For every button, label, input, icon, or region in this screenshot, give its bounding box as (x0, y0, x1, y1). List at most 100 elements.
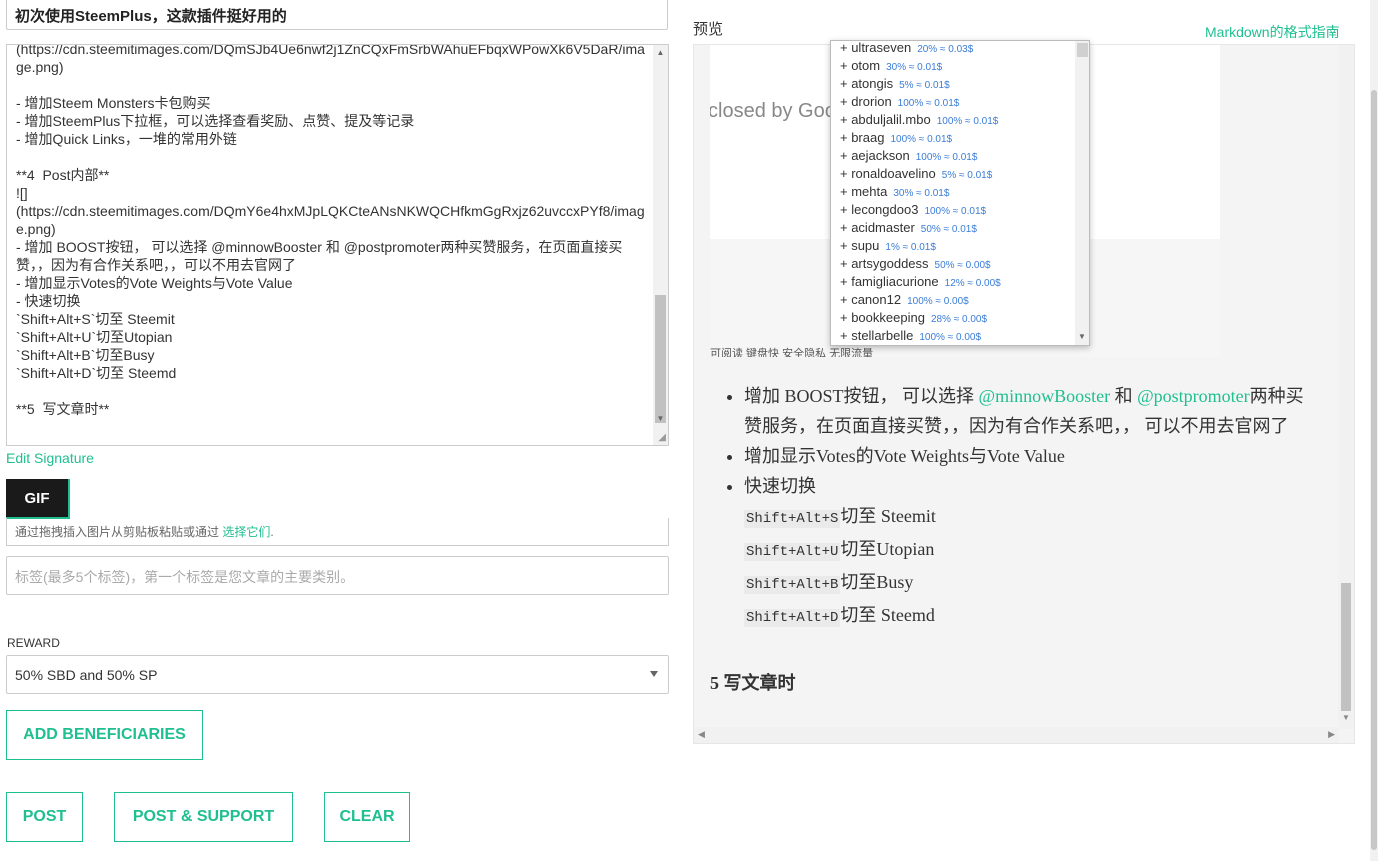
voter-row[interactable]: + atongis 5% ≈ 0.01$ (840, 75, 1001, 93)
reward-label: REWARD (7, 636, 60, 650)
edit-signature-link[interactable]: Edit Signature (6, 450, 94, 466)
voter-name[interactable]: + mehta (840, 184, 887, 199)
voter-row[interactable]: + famigliacurione 12% ≈ 0.00$ (840, 273, 1001, 291)
editor-scroll-thumb[interactable] (655, 295, 666, 423)
shortcut-target: 切至 Steemit (840, 506, 936, 526)
voter-weight: 30% ≈ 0.01$ (893, 188, 950, 199)
shortcut-code: Shift+Alt+B (744, 576, 841, 594)
shortcut-code: Shift+Alt+S (744, 510, 841, 528)
voter-name[interactable]: + drorion (840, 94, 892, 109)
voter-weight: 100% ≈ 0.00$ (919, 332, 982, 343)
list-item-text: 快速切换 (744, 476, 816, 496)
voter-weight: 100% ≈ 0.01$ (890, 134, 953, 145)
shortcut-target: 切至Busy (840, 572, 914, 592)
preview-scroll-thumb[interactable] (1341, 583, 1351, 711)
title-input[interactable]: 初次使用SteemPlus，这款插件挺好用的 (6, 0, 668, 30)
voter-row[interactable]: + ultraseven 20% ≈ 0.03$ (840, 41, 1001, 57)
voter-weight: 28% ≈ 0.00$ (930, 314, 988, 325)
page-scrollbar[interactable] (1370, 0, 1378, 861)
voters-scroll-thumb[interactable] (1077, 43, 1088, 57)
voter-row[interactable]: + abduljalil.mbo 100% ≈ 0.01$ (840, 111, 1001, 129)
reward-selected-value: 50% SBD and 50% SP (15, 667, 158, 683)
voter-row[interactable]: + canon12 100% ≈ 0.00$ (840, 291, 1001, 309)
voter-row[interactable]: + artsygoddess 50% ≈ 0.00$ (840, 255, 1001, 273)
voter-row[interactable]: + ronaldoavelino 5% ≈ 0.01$ (840, 165, 1001, 183)
select-images-link[interactable]: 选择它们 (222, 525, 270, 539)
shortcut-code: Shift+Alt+D (744, 609, 841, 627)
voter-name[interactable]: + ultraseven (840, 41, 911, 55)
voter-row[interactable]: + braag 100% ≈ 0.01$ (840, 129, 1001, 147)
body-editor[interactable]: (https://cdn.steemitimages.com/DQmSJb4Ue… (6, 44, 669, 446)
voter-name[interactable]: + stellarbelle (840, 328, 913, 343)
scroll-down-arrow-icon[interactable]: ▼ (1338, 713, 1354, 722)
post-and-support-button[interactable]: POST & SUPPORT (114, 792, 293, 842)
scroll-left-arrow-icon[interactable]: ◀ (698, 729, 705, 740)
voters-popup[interactable]: + ultraseven 20% ≈ 0.03$ + otom 30% ≈ 0.01$… (830, 40, 1090, 346)
voter-weight: 5% ≈ 0.01$ (899, 80, 950, 91)
list-item-text: 增加 BOOST按钮， 可以选择 (744, 386, 979, 406)
voter-row[interactable]: + aejackson 100% ≈ 0.01$ (840, 147, 1001, 165)
voter-row[interactable]: + lecongdoo3 100% ≈ 0.01$ (840, 201, 1001, 219)
list-item: 快速切换 Shift+Alt+S切至 Steemit Shift+Alt+U切至… (744, 471, 1310, 633)
list-item-text: 和 (1110, 386, 1138, 406)
gif-button[interactable]: GIF (6, 479, 70, 519)
voter-row[interactable]: + drorion 100% ≈ 0.01$ (840, 93, 1001, 111)
voter-name[interactable]: + otom (840, 58, 880, 73)
voter-weight: 50% ≈ 0.00$ (934, 260, 991, 271)
voter-name[interactable]: + abduljalil.mbo (840, 112, 931, 127)
preview-image-bottom-text: 可阅读 键盘快 安全隐私 无限流量 (710, 348, 874, 357)
voter-name[interactable]: + bookkeeping (840, 310, 925, 325)
voter-name[interactable]: + famigliacurione (840, 274, 939, 289)
page-scroll-thumb[interactable] (1371, 90, 1377, 850)
preview-scrollbar[interactable]: ▼ (1338, 45, 1354, 729)
voter-weight: 100% ≈ 0.01$ (915, 152, 978, 163)
voter-name[interactable]: + aejackson (840, 148, 910, 163)
voter-row[interactable]: + acidmaster 50% ≈ 0.01$ (840, 219, 1001, 237)
scroll-up-arrow-icon[interactable]: ▲ (653, 45, 668, 60)
voter-row[interactable]: + mehta 30% ≈ 0.01$ (840, 183, 1001, 201)
voter-name[interactable]: + acidmaster (840, 220, 915, 235)
minnowbooster-link[interactable]: @minnowBooster (979, 386, 1111, 406)
editor-scrollbar[interactable]: ▲ ▼ (653, 45, 668, 445)
voter-name[interactable]: + atongis (840, 76, 893, 91)
add-beneficiaries-button[interactable]: ADD BENEFICIARIES (6, 710, 203, 760)
shortcut-target: 切至Utopian (840, 539, 935, 559)
voter-name[interactable]: + braag (840, 130, 884, 145)
editor-text[interactable]: (https://cdn.steemitimages.com/DQmSJb4Ue… (16, 45, 648, 418)
scroll-down-arrow-icon[interactable]: ▼ (1075, 329, 1089, 344)
voter-name[interactable]: + lecongdoo3 (840, 202, 918, 217)
markdown-guide-link[interactable]: Markdown的格式指南 (1205, 22, 1340, 42)
list-item: 增加 BOOST按钮， 可以选择 @minnowBooster 和 @postp… (744, 381, 1310, 441)
voters-list: + ultraseven 20% ≈ 0.03$ + otom 30% ≈ 0.01$… (840, 41, 1001, 345)
voter-row[interactable]: + otom 30% ≈ 0.01$ (840, 57, 1001, 75)
voter-row[interactable]: + bookkeeping 28% ≈ 0.00$ (840, 309, 1001, 327)
clear-button[interactable]: CLEAR (324, 792, 410, 842)
voter-weight: 5% ≈ 0.01$ (941, 170, 993, 181)
voter-name[interactable]: + canon12 (840, 292, 901, 307)
list-item: 增加显示Votes的Vote Weights与Vote Value (744, 441, 1310, 471)
postpromoter-link[interactable]: @postpromoter (1137, 386, 1250, 406)
voters-scrollbar[interactable]: ▼ (1075, 41, 1089, 345)
voter-weight: 50% ≈ 0.01$ (920, 224, 977, 235)
post-button[interactable]: POST (6, 792, 83, 842)
voter-weight: 100% ≈ 0.01$ (936, 116, 999, 127)
preview-horizontal-scrollbar[interactable]: ◀ ▶ (694, 727, 1339, 743)
voter-name[interactable]: + supu (840, 238, 879, 253)
voter-name[interactable]: + artsygoddess (840, 256, 929, 271)
resize-handle-icon[interactable]: ◢ (658, 432, 666, 443)
tags-input[interactable]: 标签(最多5个标签)，第一个标签是您文章的主要类别。 (6, 556, 669, 595)
scroll-down-arrow-icon[interactable]: ▼ (653, 411, 668, 426)
scroll-right-arrow-icon[interactable]: ▶ (1328, 729, 1335, 740)
voter-weight: 30% ≈ 0.01$ (886, 62, 943, 73)
voter-weight: 1% ≈ 0.01$ (885, 242, 936, 253)
voter-row[interactable]: + stellarbelle 100% ≈ 0.00$ (840, 327, 1001, 345)
voter-name[interactable]: + ronaldoavelino (840, 166, 936, 181)
preview-image-caption: closed by Goo (710, 100, 836, 122)
preview-heading: 5 写文章时 (710, 673, 796, 693)
reward-select[interactable]: 50% SBD and 50% SP (6, 655, 669, 694)
image-dropzone[interactable]: 通过拖拽插入图片从剪贴板粘贴或通过 选择它们. (6, 518, 669, 546)
voter-weight: 12% ≈ 0.00$ (944, 278, 1001, 289)
preview-label: 预览 (693, 21, 724, 38)
dropzone-suffix: . (270, 525, 274, 539)
voter-row[interactable]: + supu 1% ≈ 0.01$ (840, 237, 1001, 255)
